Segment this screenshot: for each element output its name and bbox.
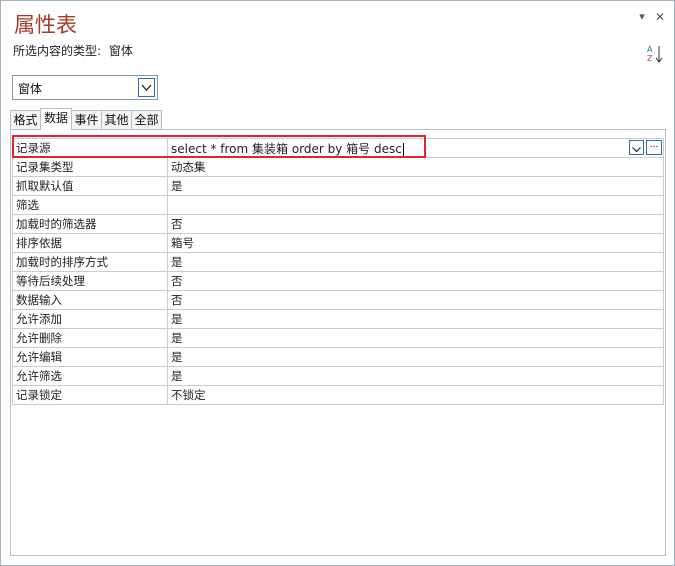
property-row[interactable]: 允许添加是 (12, 309, 664, 329)
property-name: 筛选 (12, 195, 168, 215)
close-icon[interactable]: ✕ (653, 10, 667, 24)
property-name: 允许筛选 (12, 366, 168, 386)
property-value[interactable]: 是 (167, 328, 664, 348)
svg-text:A: A (647, 45, 653, 54)
sort-ascending-icon[interactable]: A Z (646, 44, 664, 64)
property-name: 记录集类型 (12, 157, 168, 177)
tab-all[interactable]: 全部 (131, 110, 162, 129)
property-value[interactable]: 不锁定 (167, 385, 664, 405)
property-value[interactable]: 是 (167, 347, 664, 367)
tab-event[interactable]: 事件 (71, 110, 102, 129)
property-value[interactable]: 是 (167, 176, 664, 196)
tab-format[interactable]: 格式 (10, 110, 41, 129)
object-selector-value: 窗体 (18, 82, 43, 96)
tab-other[interactable]: 其他 (101, 110, 132, 129)
property-name: 排序依据 (12, 233, 168, 253)
selection-type-label: 所选内容的类型: (13, 44, 102, 58)
property-name: 允许编辑 (12, 347, 168, 367)
property-row[interactable]: 允许编辑是 (12, 347, 664, 367)
record-source-input[interactable]: select * from 集装箱 order by 箱号 desc (167, 138, 664, 158)
property-row[interactable]: 记录源 select * from 集装箱 order by 箱号 desc (12, 138, 664, 158)
property-row[interactable]: 筛选 (12, 195, 664, 215)
property-value[interactable]: 动态集 (167, 157, 664, 177)
record-source-value: select * from 集装箱 order by 箱号 desc (171, 141, 402, 156)
svg-text:Z: Z (647, 54, 653, 63)
property-value[interactable]: 否 (167, 214, 664, 234)
property-name: 加载时的筛选器 (12, 214, 168, 234)
property-row[interactable]: 排序依据 箱号 (12, 233, 664, 253)
property-name: 记录锁定 (12, 385, 168, 405)
property-row[interactable]: 加载时的排序方式是 (12, 252, 664, 272)
property-row[interactable]: 抓取默认值是 (12, 176, 664, 196)
selection-type: 所选内容的类型: 窗体 (13, 42, 133, 59)
record-source-dropdown-button[interactable] (629, 140, 644, 155)
property-row[interactable]: 记录集类型 动态集 (12, 157, 664, 177)
menu-dropdown-icon[interactable]: ▾ (635, 10, 649, 24)
property-row[interactable]: 加载时的筛选器否 (12, 214, 664, 234)
property-value[interactable]: 否 (167, 271, 664, 291)
chevron-down-icon[interactable] (138, 78, 155, 97)
property-name: 数据输入 (12, 290, 168, 310)
text-cursor (402, 142, 404, 156)
property-row[interactable]: 记录锁定 不锁定 (12, 385, 664, 405)
property-name: 抓取默认值 (12, 176, 168, 196)
property-row[interactable]: 允许筛选是 (12, 366, 664, 386)
property-value[interactable]: 否 (167, 290, 664, 310)
property-row[interactable]: 等待后续处理否 (12, 271, 664, 291)
property-name: 允许添加 (12, 309, 168, 329)
tab-data[interactable]: 数据 (40, 108, 72, 130)
property-name: 加载时的排序方式 (12, 252, 168, 272)
property-row[interactable]: 数据输入否 (12, 290, 664, 310)
property-value[interactable]: 是 (167, 309, 664, 329)
window-title: 属性表 (14, 13, 77, 37)
property-name: 记录源 (12, 138, 168, 158)
selection-type-value: 窗体 (108, 44, 133, 58)
property-value[interactable]: 箱号 (167, 233, 664, 253)
property-sheet-window: 属性表 ▾ ✕ 所选内容的类型: 窗体 A Z 窗体 格式 数据 事件 其他 全… (0, 0, 675, 566)
property-value[interactable]: 是 (167, 366, 664, 386)
property-table: 记录源 select * from 集装箱 order by 箱号 desc 记录集… (12, 138, 664, 405)
property-name: 等待后续处理 (12, 271, 168, 291)
object-selector[interactable]: 窗体 (12, 75, 158, 100)
property-value[interactable]: 是 (167, 252, 664, 272)
builder-button[interactable]: ... (646, 140, 662, 155)
property-value[interactable] (167, 195, 664, 215)
property-name: 允许删除 (12, 328, 168, 348)
property-row[interactable]: 允许删除是 (12, 328, 664, 348)
